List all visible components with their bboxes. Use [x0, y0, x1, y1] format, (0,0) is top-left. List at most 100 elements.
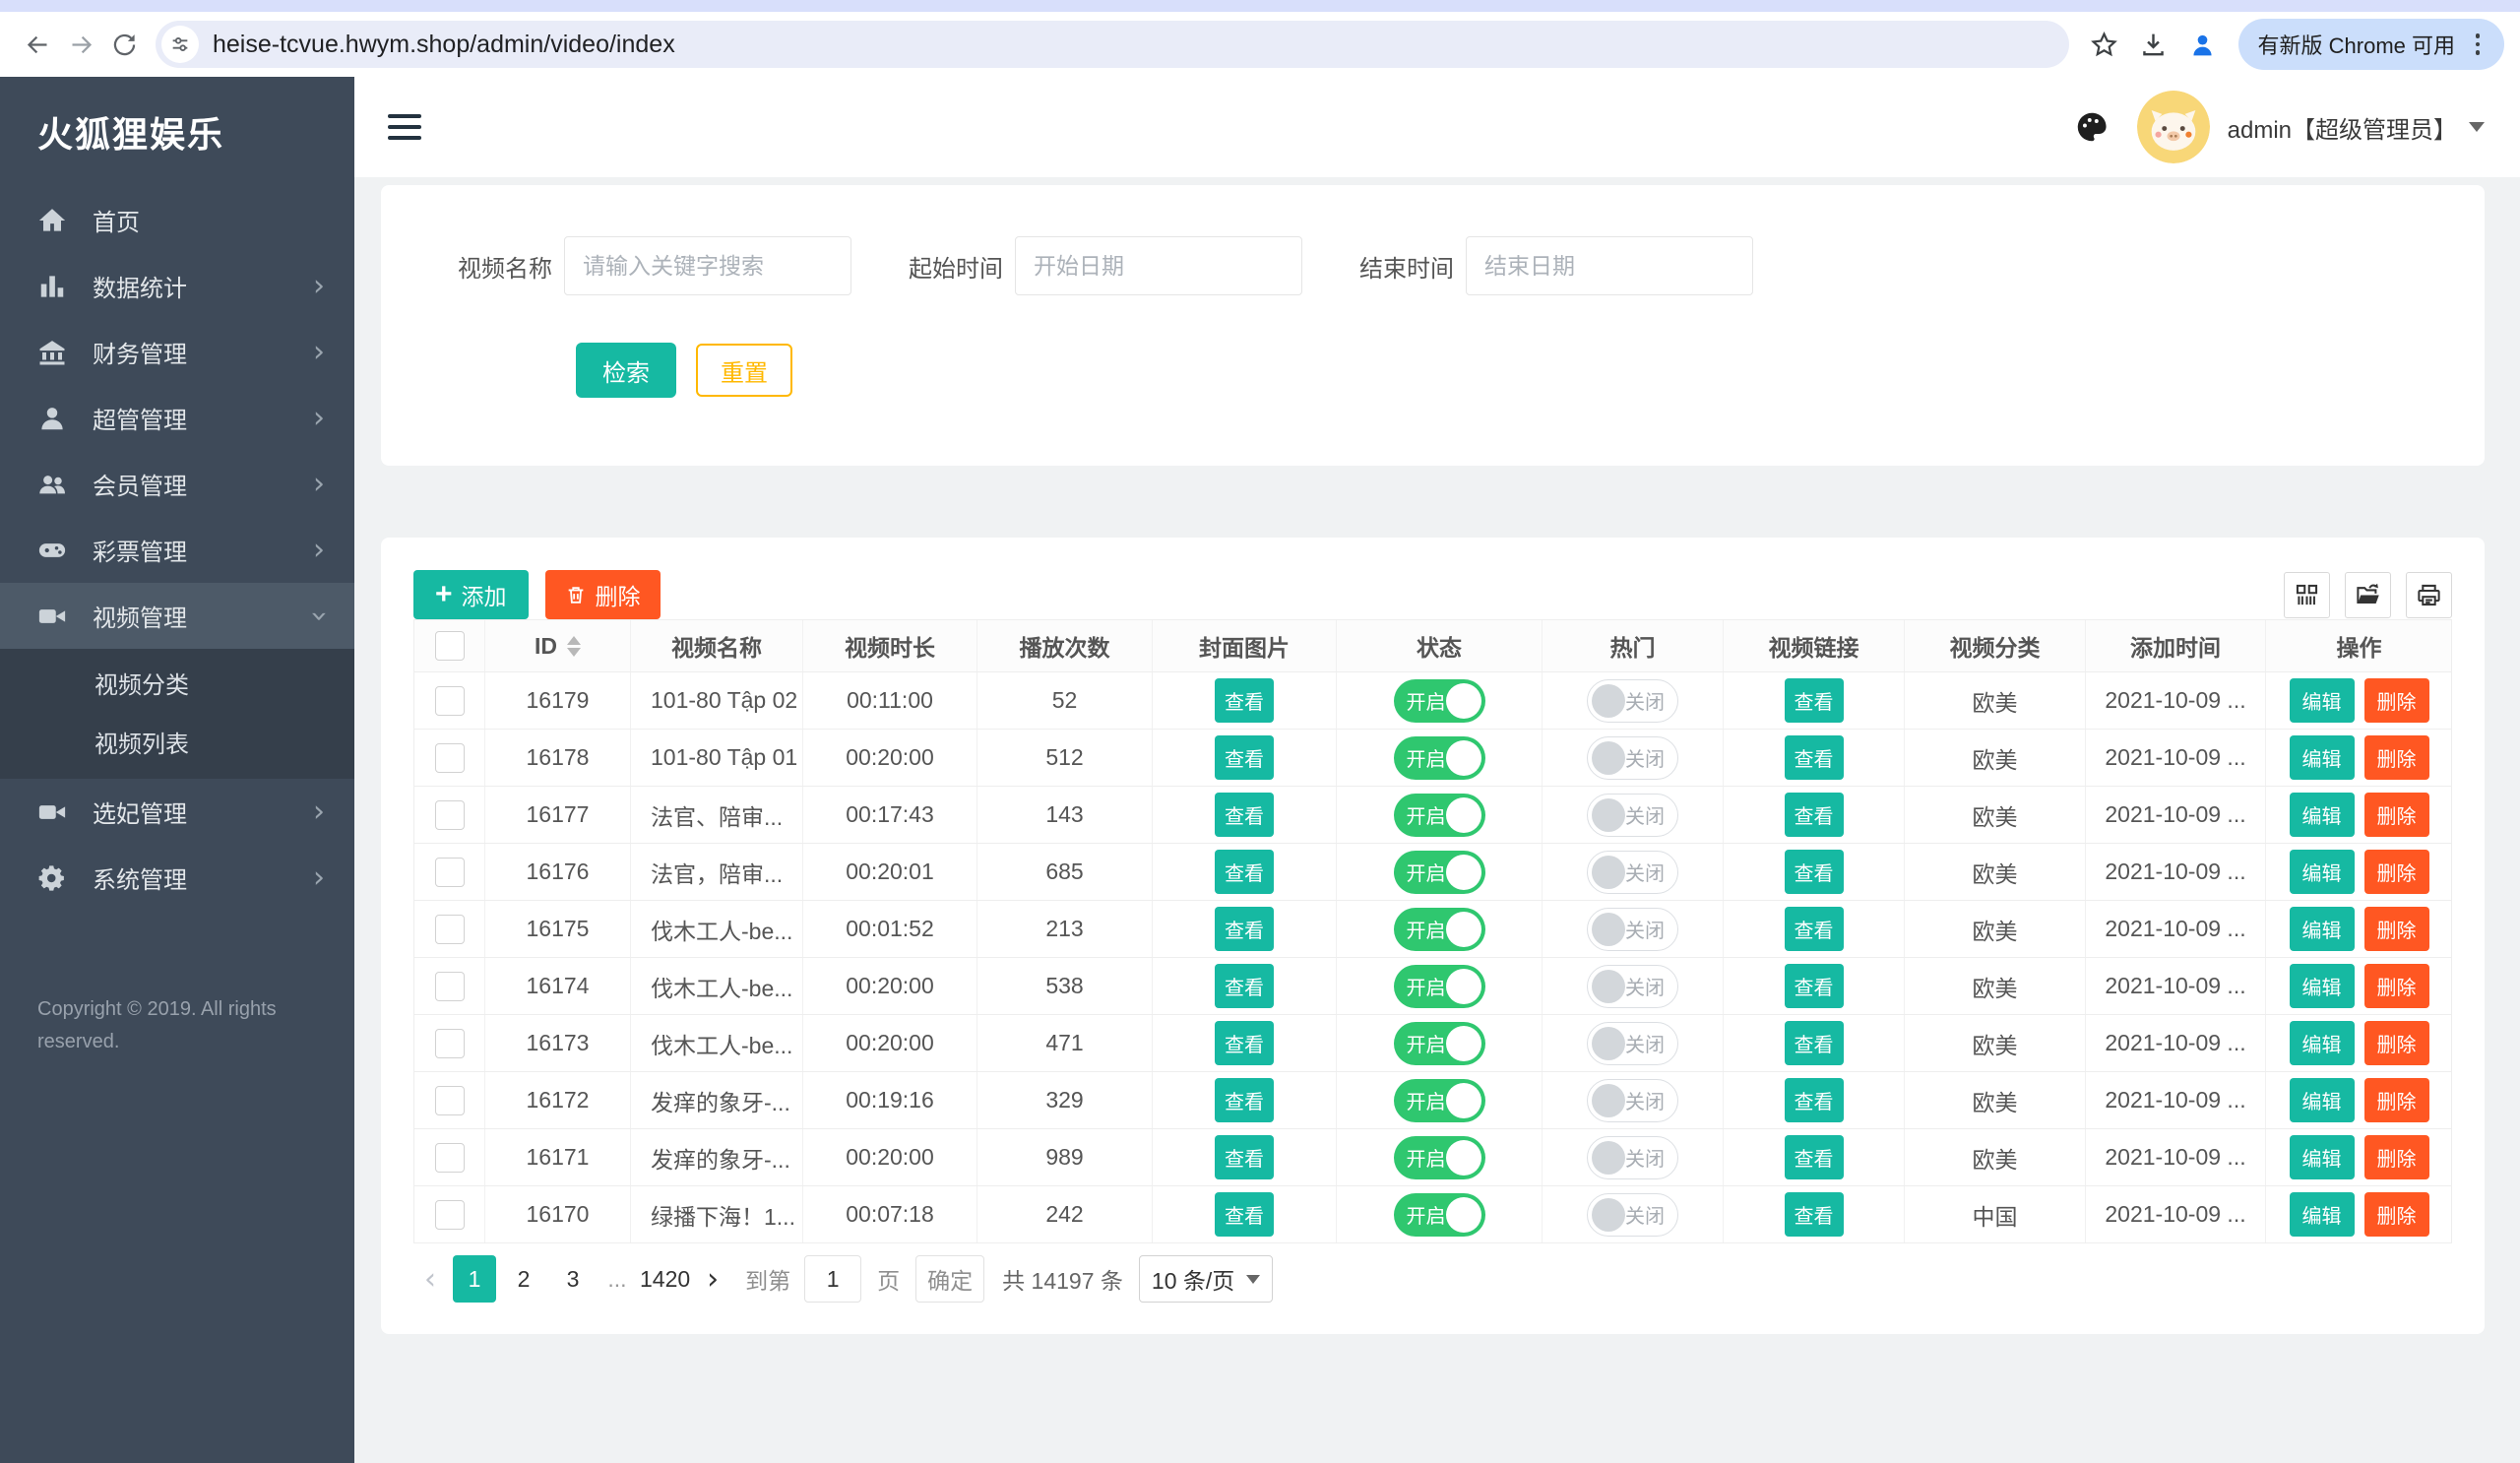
cover-view-button[interactable]: 查看	[1215, 1135, 1274, 1179]
search-button[interactable]: 检索	[576, 343, 676, 398]
sidebar-subitem-视频分类[interactable]: 视频分类	[0, 653, 354, 712]
goto-page-input[interactable]	[804, 1255, 861, 1303]
row-checkbox[interactable]	[435, 1143, 465, 1173]
status-toggle[interactable]: 开启	[1394, 736, 1485, 780]
status-toggle[interactable]: 开启	[1394, 1136, 1485, 1179]
address-bar[interactable]: heise-tcvue.hwym.shop/admin/video/index	[156, 21, 2069, 68]
filter-columns-button[interactable]	[2284, 572, 2330, 618]
hot-toggle[interactable]: 关闭	[1587, 1022, 1678, 1065]
cover-view-button[interactable]: 查看	[1215, 1021, 1274, 1065]
sidebar-item-超管管理[interactable]: 超管管理›	[0, 385, 354, 451]
sidebar-item-首页[interactable]: 首页	[0, 187, 354, 253]
link-view-button[interactable]: 查看	[1785, 678, 1844, 723]
page-number-3[interactable]: 3	[551, 1255, 595, 1303]
browser-back-button[interactable]	[16, 23, 59, 66]
site-info-icon[interactable]	[161, 26, 199, 63]
hot-toggle[interactable]: 关闭	[1587, 965, 1678, 1008]
export-button[interactable]	[2345, 572, 2391, 618]
edit-button[interactable]: 编辑	[2290, 1135, 2355, 1179]
hot-toggle[interactable]: 关闭	[1587, 1193, 1678, 1237]
cover-view-button[interactable]: 查看	[1215, 1192, 1274, 1237]
status-toggle[interactable]: 开启	[1394, 1193, 1485, 1237]
reset-button[interactable]: 重置	[696, 344, 792, 397]
hot-toggle[interactable]: 关闭	[1587, 908, 1678, 951]
avatar[interactable]	[2137, 91, 2210, 163]
row-checkbox[interactable]	[435, 858, 465, 887]
status-toggle[interactable]: 开启	[1394, 965, 1485, 1008]
row-delete-button[interactable]: 删除	[2364, 678, 2429, 723]
next-page-icon[interactable]: ›	[696, 1262, 729, 1297]
status-toggle[interactable]: 开启	[1394, 1079, 1485, 1122]
edit-button[interactable]: 编辑	[2290, 964, 2355, 1008]
bookmark-star-button[interactable]	[2083, 23, 2126, 66]
row-checkbox[interactable]	[435, 686, 465, 716]
cover-view-button[interactable]: 查看	[1215, 907, 1274, 951]
status-toggle[interactable]: 开启	[1394, 908, 1485, 951]
row-delete-button[interactable]: 删除	[2364, 1192, 2429, 1237]
hot-toggle[interactable]: 关闭	[1587, 1136, 1678, 1179]
link-view-button[interactable]: 查看	[1785, 907, 1844, 951]
downloads-button[interactable]	[2132, 23, 2175, 66]
cover-view-button[interactable]: 查看	[1215, 1078, 1274, 1122]
hot-toggle[interactable]: 关闭	[1587, 1079, 1678, 1122]
sidebar-subitem-视频列表[interactable]: 视频列表	[0, 712, 354, 771]
link-view-button[interactable]: 查看	[1785, 793, 1844, 837]
sidebar-item-彩票管理[interactable]: 彩票管理›	[0, 517, 354, 583]
link-view-button[interactable]: 查看	[1785, 1192, 1844, 1237]
hot-toggle[interactable]: 关闭	[1587, 794, 1678, 837]
sidebar-item-选妃管理[interactable]: 选妃管理›	[0, 779, 354, 845]
row-checkbox[interactable]	[435, 915, 465, 944]
browser-forward-button[interactable]	[59, 23, 102, 66]
delete-button[interactable]: 删除	[545, 570, 661, 619]
edit-button[interactable]: 编辑	[2290, 1078, 2355, 1122]
col-id[interactable]: ID	[485, 620, 631, 671]
cover-view-button[interactable]: 查看	[1215, 678, 1274, 723]
edit-button[interactable]: 编辑	[2290, 1021, 2355, 1065]
page-number-1420[interactable]: 1420	[640, 1255, 690, 1303]
status-toggle[interactable]: 开启	[1394, 851, 1485, 894]
sidebar-item-财务管理[interactable]: 财务管理›	[0, 319, 354, 385]
prev-page-icon[interactable]: ‹	[413, 1262, 447, 1297]
browser-menu-icon[interactable]	[2461, 28, 2494, 61]
link-view-button[interactable]: 查看	[1785, 1078, 1844, 1122]
link-view-button[interactable]: 查看	[1785, 850, 1844, 894]
profile-button[interactable]	[2181, 23, 2225, 66]
cover-view-button[interactable]: 查看	[1215, 735, 1274, 780]
hot-toggle[interactable]: 关闭	[1587, 679, 1678, 723]
chevron-down-icon[interactable]	[2469, 122, 2485, 132]
end-date-input[interactable]	[1466, 236, 1753, 295]
row-checkbox[interactable]	[435, 1029, 465, 1058]
row-delete-button[interactable]: 删除	[2364, 735, 2429, 780]
link-view-button[interactable]: 查看	[1785, 1021, 1844, 1065]
sidebar-item-数据统计[interactable]: 数据统计›	[0, 253, 354, 319]
cover-view-button[interactable]: 查看	[1215, 964, 1274, 1008]
sidebar-item-系统管理[interactable]: 系统管理›	[0, 845, 354, 911]
chrome-update-button[interactable]: 有新版 Chrome 可用	[2238, 19, 2504, 70]
row-delete-button[interactable]: 删除	[2364, 850, 2429, 894]
cover-view-button[interactable]: 查看	[1215, 793, 1274, 837]
sort-icon[interactable]	[567, 636, 581, 657]
hot-toggle[interactable]: 关闭	[1587, 851, 1678, 894]
row-checkbox[interactable]	[435, 1200, 465, 1230]
page-number-1[interactable]: 1	[453, 1255, 496, 1303]
hamburger-menu-icon[interactable]	[388, 114, 421, 140]
edit-button[interactable]: 编辑	[2290, 850, 2355, 894]
row-checkbox[interactable]	[435, 800, 465, 830]
edit-button[interactable]: 编辑	[2290, 907, 2355, 951]
row-checkbox[interactable]	[435, 743, 465, 773]
edit-button[interactable]: 编辑	[2290, 1192, 2355, 1237]
edit-button[interactable]: 编辑	[2290, 678, 2355, 723]
row-delete-button[interactable]: 删除	[2364, 1078, 2429, 1122]
link-view-button[interactable]: 查看	[1785, 1135, 1844, 1179]
theme-palette-icon[interactable]	[2070, 105, 2113, 149]
row-checkbox[interactable]	[435, 972, 465, 1001]
edit-button[interactable]: 编辑	[2290, 735, 2355, 780]
link-view-button[interactable]: 查看	[1785, 735, 1844, 780]
row-delete-button[interactable]: 删除	[2364, 964, 2429, 1008]
row-checkbox[interactable]	[435, 1086, 465, 1115]
row-delete-button[interactable]: 删除	[2364, 1135, 2429, 1179]
video-name-input[interactable]	[564, 236, 851, 295]
user-name[interactable]: admin【超级管理员】	[2228, 110, 2457, 145]
print-button[interactable]	[2406, 572, 2452, 618]
page-number-2[interactable]: 2	[502, 1255, 545, 1303]
